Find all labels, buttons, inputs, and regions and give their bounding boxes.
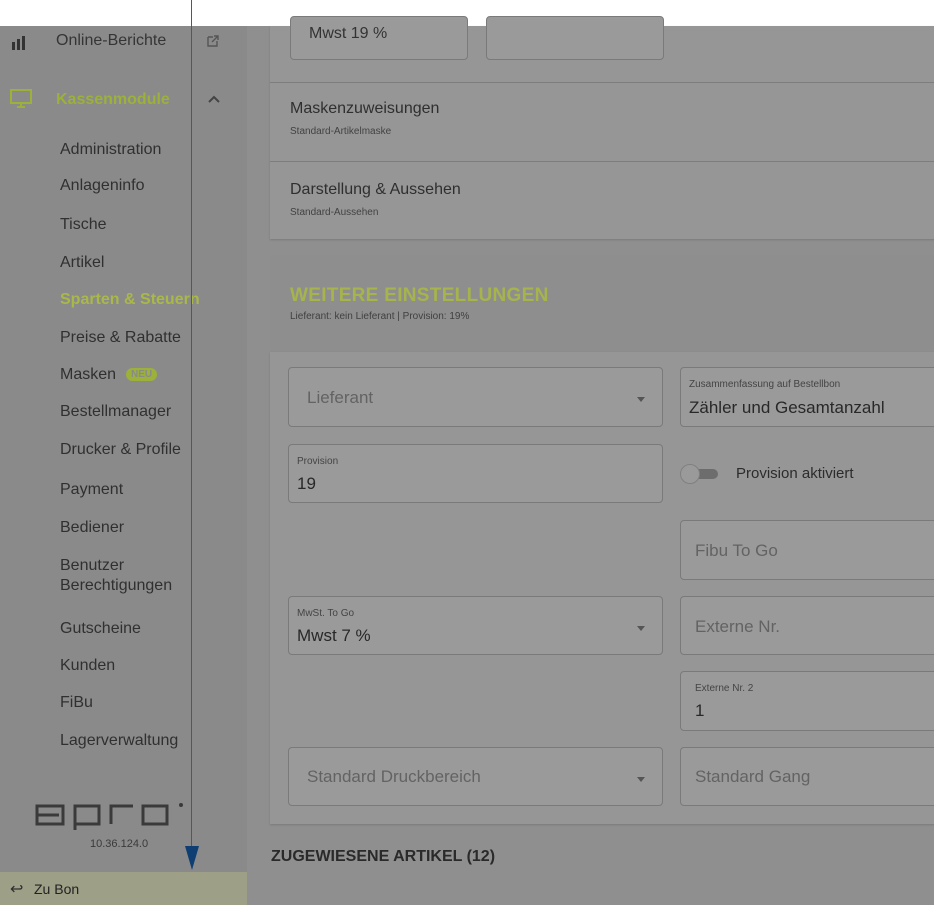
provision-value: 19 [297, 474, 316, 493]
sidebar-item-kunden[interactable]: Kunden [60, 657, 115, 675]
sidebar-group-label: Kassenmodule [56, 91, 170, 108]
arrow-left-icon: ↩ [10, 881, 24, 898]
annotation-arrow-head-icon [185, 846, 199, 870]
sidebar-item-preise-rabatte[interactable]: Preise & Rabatte [60, 329, 181, 347]
further-settings-subtitle: Lieferant: kein Lieferant | Provision: 1… [290, 311, 470, 322]
mask-assignments-title: Maskenzuweisungen [290, 100, 440, 117]
sidebar-item-sparten-steuern[interactable]: Sparten & Steuern [60, 291, 200, 309]
sidebar: Online-Berichte Kassenmodule Administrat… [0, 26, 247, 905]
sidebar-item-payment[interactable]: Payment [60, 481, 123, 499]
further-settings-title: WEITERE EINSTELLUNGEN [290, 285, 549, 306]
sidebar-item-fibu[interactable]: FiBu [60, 694, 93, 712]
sidebar-item-drucker-profile[interactable]: Drucker & Profile [60, 441, 181, 459]
zusammenfassung-label: Zusammenfassung auf Bestellbon [689, 379, 841, 390]
zusammenfassung-select[interactable]: Zusammenfassung auf Bestellbon Zähler un… [680, 367, 934, 427]
externe-nr2-label: Externe Nr. 2 [695, 683, 754, 694]
sidebar-item-anlageninfo[interactable]: Anlageninfo [60, 177, 145, 195]
sidebar-item-artikel[interactable]: Artikel [60, 254, 104, 272]
secondary-field[interactable] [486, 16, 664, 60]
chevron-up-icon[interactable] [207, 94, 221, 104]
further-settings-header[interactable]: WEITERE EINSTELLUNGEN Lieferant: kein Li… [270, 255, 934, 352]
mask-assignments-row[interactable]: Maskenzuweisungen Standard-Artikelmaske [270, 82, 934, 160]
appearance-row[interactable]: Darstellung & Aussehen Standard-Aussehen [270, 162, 934, 238]
assigned-articles-heading[interactable]: ZUGEWIESENE ARTIKEL (12) [271, 848, 495, 866]
external-link-icon [207, 35, 219, 47]
druckbereich-select[interactable]: Standard Druckbereich [288, 747, 663, 806]
externe-nr2-field[interactable]: Externe Nr. 2 1 [680, 671, 934, 731]
dropdown-arrow-icon [637, 625, 645, 631]
sidebar-item-label: Online-Berichte [56, 32, 167, 49]
provision-toggle[interactable] [680, 463, 720, 484]
sidebar-item-label-line1: Benutzer [60, 557, 125, 574]
externe-nr2-value: 1 [695, 701, 705, 720]
mwst-to-go-value: Mwst 7 % [297, 626, 371, 645]
fibu-to-go-placeholder: Fibu To Go [695, 541, 778, 560]
monitor-icon [10, 89, 32, 108]
appearance-subtitle: Standard-Aussehen [290, 207, 379, 218]
sidebar-item-bestellmanager[interactable]: Bestellmanager [60, 403, 171, 421]
dropdown-arrow-icon [637, 397, 645, 402]
sidebar-item-lagerverwaltung[interactable]: Lagerverwaltung [60, 732, 178, 750]
back-to-bon-button[interactable]: ↩ Zu Bon [0, 872, 247, 905]
sidebar-item-administration[interactable]: Administration [60, 141, 161, 159]
new-badge: NEU [126, 368, 158, 382]
sidebar-group-kassenmodule[interactable]: Kassenmodule [0, 88, 247, 112]
app-version: 10.36.124.0 [90, 838, 149, 850]
sidebar-item-gutscheine[interactable]: Gutscheine [60, 620, 141, 638]
druckbereich-placeholder: Standard Druckbereich [307, 767, 481, 786]
sidebar-item-online-berichte[interactable]: Online-Berichte [0, 30, 247, 52]
externe-nr-field[interactable]: Externe Nr. [680, 596, 934, 655]
apro-logo: apro [35, 803, 183, 830]
mwst-to-go-label: MwSt. To Go [297, 608, 355, 619]
appearance-title: Darstellung & Aussehen [290, 181, 461, 198]
mwst-value: Mwst 19 % [309, 25, 388, 42]
provision-field[interactable]: Provision 19 [288, 444, 663, 503]
bar-chart-icon [12, 36, 25, 50]
gang-placeholder: Standard Gang [695, 767, 811, 786]
provision-label: Provision [297, 456, 339, 467]
gang-field[interactable]: Standard Gang [680, 747, 934, 806]
toggle-knob [680, 464, 700, 484]
lieferant-placeholder: Lieferant [307, 388, 374, 407]
sidebar-item-tische[interactable]: Tische [60, 216, 107, 234]
externe-nr-placeholder: Externe Nr. [695, 617, 781, 636]
mwst-select[interactable]: Mwst 19 % [290, 16, 468, 60]
sidebar-item-bediener[interactable]: Bediener [60, 519, 124, 537]
settings-card: Mwst 19 % Maskenzuweisungen Standard-Art… [270, 16, 934, 239]
sidebar-item-label-line2: Berechtigungen [60, 577, 173, 594]
sidebar-item-label: Masken [60, 366, 117, 383]
sidebar-item-benutzer-berechtigungen[interactable]: Benutzer Berechtigungen [60, 556, 172, 596]
lieferant-select[interactable]: Lieferant [288, 367, 663, 427]
mask-assignments-subtitle: Standard-Artikelmaske [290, 126, 392, 137]
back-label: Zu Bon [34, 881, 80, 897]
mwst-to-go-select[interactable]: MwSt. To Go Mwst 7 % [288, 596, 663, 655]
sidebar-item-masken[interactable]: Masken NEU [60, 366, 158, 384]
provision-toggle-label: Provision aktiviert [736, 465, 854, 482]
annotation-arrow-line [191, 0, 192, 857]
zusammenfassung-value: Zähler und Gesamtanzahl [689, 398, 885, 417]
dropdown-arrow-icon [637, 776, 645, 782]
fibu-to-go-field[interactable]: Fibu To Go [680, 520, 934, 580]
